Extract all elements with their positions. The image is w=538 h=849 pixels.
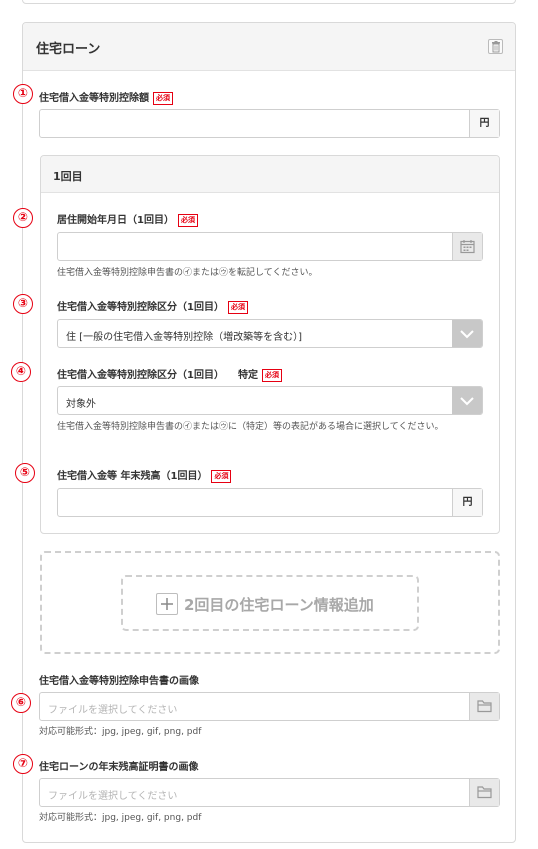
balance-image-label: 住宅ローンの年末残高証明書の画像 — [39, 762, 199, 773]
annotation-1: ① — [13, 84, 33, 104]
loan-entry-1-title: 1回目 — [53, 170, 83, 183]
chevron-down-icon[interactable] — [452, 387, 482, 414]
required-badge: 必須 — [261, 369, 282, 382]
deduction-image-placeholder: ファイルを選択してください — [48, 705, 178, 716]
move-in-date-label-text: 居住開始年月日（1回目） — [57, 215, 174, 226]
folder-icon[interactable] — [469, 779, 499, 806]
balance-image-placeholder: ファイルを選択してください — [48, 791, 178, 802]
special-type-label: 住宅借入金等特別控除区分（1回目） 特定 必須 — [57, 366, 282, 382]
previous-card-edge — [22, 0, 516, 4]
deduction-amount-input[interactable]: 円 — [39, 109, 500, 138]
card-title: 住宅ローン — [36, 42, 101, 57]
deduction-type-selected: 住 [一般の住宅借入金等特別控除（増改築等を含む）] — [66, 332, 302, 343]
loan-entry-1-panel: 1回目 居住開始年月日（1回目） 必須 住宅借入金等特別控除申告書の㋑または㋒を… — [40, 155, 500, 534]
annotation-3: ③ — [13, 294, 33, 314]
balance-image-help: 対応可能形式：jpg, jpeg, gif, png, pdf — [39, 813, 202, 823]
move-in-date-help: 住宅借入金等特別控除申告書の㋑または㋒を転記してください。 — [57, 268, 318, 278]
folder-icon[interactable] — [469, 693, 499, 720]
required-badge: 必須 — [177, 214, 198, 227]
special-type-suffix: 特定 — [237, 370, 258, 381]
deduction-type-label-text: 住宅借入金等特別控除区分（1回目） — [57, 302, 224, 313]
annotation-4: ④ — [11, 362, 31, 382]
deduction-image-file-input[interactable]: ファイルを選択してください — [39, 692, 500, 721]
yen-unit: 円 — [469, 110, 499, 137]
calendar-icon[interactable] — [452, 233, 482, 260]
move-in-date-label: 居住開始年月日（1回目） 必須 — [57, 211, 198, 227]
special-type-label-text: 住宅借入金等特別控除区分（1回目） — [57, 370, 224, 381]
add-second-loan-area: 2回目の住宅ローン情報追加 — [40, 551, 500, 654]
add-second-loan-label: 2回目の住宅ローン情報追加 — [184, 596, 374, 614]
trash-icon[interactable] — [488, 39, 503, 54]
deduction-type-label: 住宅借入金等特別控除区分（1回目） 必須 — [57, 298, 248, 314]
balance-image-file-input[interactable]: ファイルを選択してください — [39, 778, 500, 807]
balance-label: 住宅借入金等 年末残高（1回目） 必須 — [57, 467, 232, 483]
required-badge: 必須 — [153, 92, 173, 105]
balance-input[interactable]: 円 — [57, 488, 483, 517]
add-second-loan-button[interactable]: 2回目の住宅ローン情報追加 — [121, 575, 419, 631]
chevron-down-icon[interactable] — [452, 320, 482, 347]
special-type-selected: 対象外 — [66, 399, 96, 410]
annotation-2: ② — [13, 208, 33, 228]
deduction-type-select[interactable]: 住 [一般の住宅借入金等特別控除（増改築等を含む）] — [57, 319, 483, 348]
deduction-image-help: 対応可能形式：jpg, jpeg, gif, png, pdf — [39, 727, 202, 737]
deduction-amount-label: 住宅借入金等特別控除額 必須 — [39, 89, 173, 105]
balance-label-text: 住宅借入金等 年末残高（1回目） — [57, 471, 208, 482]
yen-unit: 円 — [452, 489, 482, 516]
special-type-help: 住宅借入金等特別控除申告書の㋑または㋒に（特定）等の表記がある場合に選択してくだ… — [57, 422, 444, 432]
plus-icon — [156, 593, 178, 615]
move-in-date-input[interactable] — [57, 232, 483, 261]
annotation-7: ⑦ — [13, 754, 33, 774]
required-badge: 必須 — [211, 470, 232, 483]
annotation-6: ⑥ — [11, 693, 31, 713]
required-badge: 必須 — [227, 301, 248, 314]
special-type-select[interactable]: 対象外 — [57, 386, 483, 415]
deduction-amount-label-text: 住宅借入金等特別控除額 — [39, 93, 149, 104]
loan-entry-1-header: 1回目 — [41, 156, 499, 193]
card-header: 住宅ローン — [23, 23, 515, 71]
deduction-image-label: 住宅借入金等特別控除申告書の画像 — [39, 676, 199, 687]
housing-loan-card: 住宅ローン 住宅借入金等特別控除額 必須 円 1回目 居住開始年月日（1回目） 必須 — [22, 22, 516, 843]
annotation-5: ⑤ — [15, 463, 35, 483]
